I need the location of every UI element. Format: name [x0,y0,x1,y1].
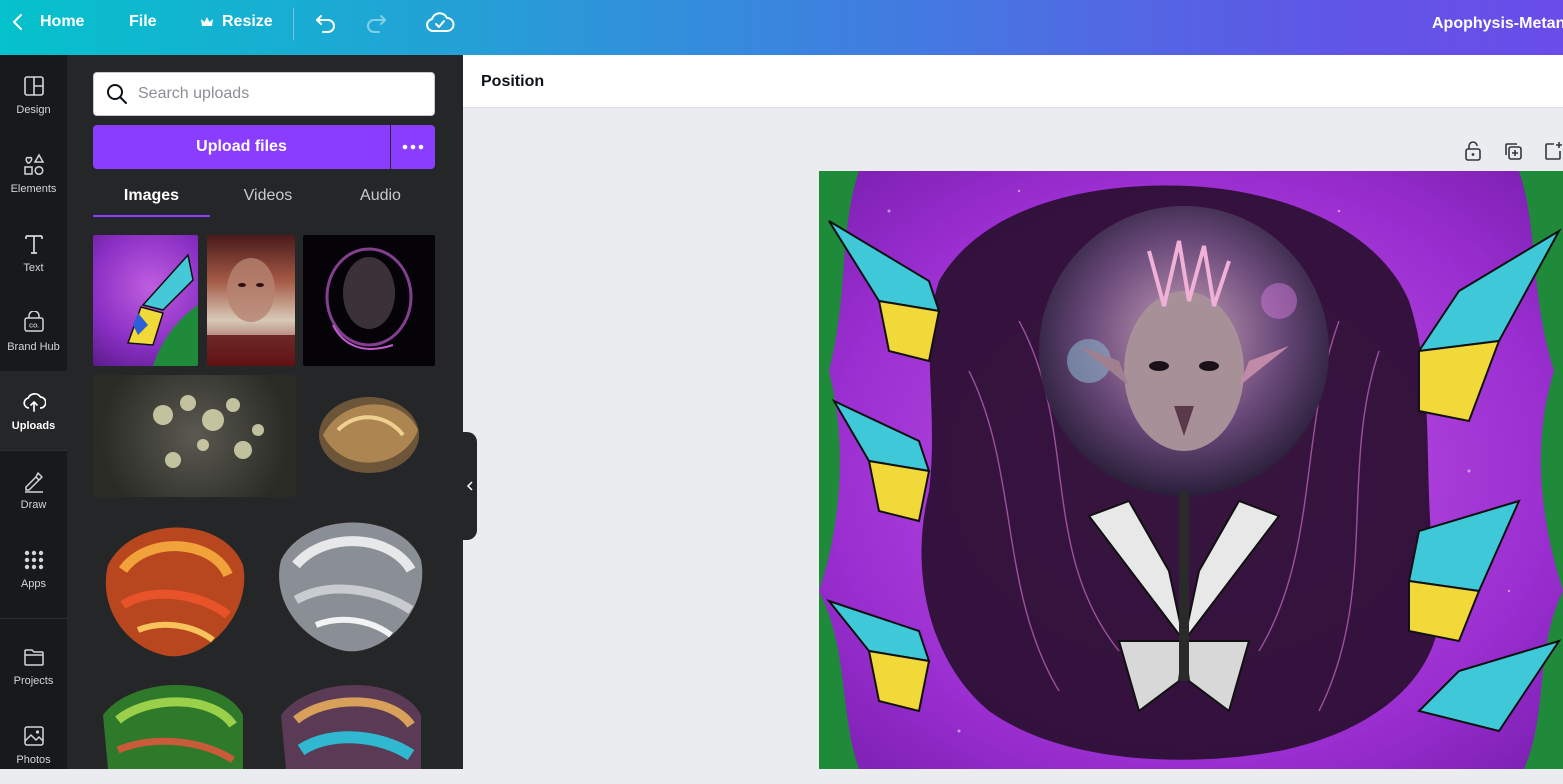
butterfly-image [126,253,198,366]
cloud-check-icon [426,12,455,32]
more-horizontal-icon [402,144,424,150]
page-tools [1462,140,1563,162]
add-page-button[interactable] [1542,140,1563,162]
left-rail: Design Elements Text CO. Brand Hub Uploa… [0,55,67,769]
upload-thumbnail[interactable] [303,375,435,497]
home-button[interactable]: Home [10,12,84,32]
design-canvas-artwork[interactable] [819,171,1563,769]
pen-icon [24,471,43,493]
folder-icon [23,648,44,666]
upload-thumbnail[interactable] [93,235,198,366]
text-icon [24,234,43,254]
rail-label-design: Design [16,103,51,116]
tab-videos[interactable]: Videos [233,183,303,217]
upload-thumbnail[interactable] [303,235,435,366]
search-box[interactable] [93,72,435,116]
rail-item-design[interactable]: Design [0,55,67,134]
media-tabs: Images Videos Audio [93,183,435,217]
rail-label-apps: Apps [20,577,47,590]
silver-swirl-image [279,522,423,652]
rail-label-brand-hub: Brand Hub [7,340,60,353]
rail-item-photos[interactable]: Photos [0,705,67,784]
more-options-button[interactable] [391,125,435,169]
rail-label-draw: Draw [20,498,47,511]
tab-audio[interactable]: Audio [348,183,413,217]
fire-swirl-image [105,527,245,657]
chevron-left-icon [12,14,22,30]
rail-item-draw[interactable]: Draw [0,450,67,529]
rail-item-apps[interactable]: Apps [0,529,67,608]
upload-thumbnail[interactable] [207,235,295,366]
home-label: Home [40,13,85,30]
search-icon [107,84,127,104]
rail-item-projects[interactable]: Projects [0,626,67,705]
save-status-button[interactable] [425,10,455,41]
brand-hub-icon: CO. [23,310,44,332]
context-toolbar: Position [463,55,1563,108]
upload-thumbnail[interactable] [93,375,296,497]
rail-label-photos: Photos [16,753,51,766]
rail-label-projects: Projects [13,674,54,687]
duplicate-icon [1505,143,1522,160]
upload-thumbnail[interactable] [271,505,435,665]
rail-label-text: Text [23,261,44,274]
upload-thumbnail[interactable] [271,675,435,769]
rail-label-elements: Elements [10,182,57,195]
green-swirl-image [103,685,243,769]
portrait-image [207,258,295,366]
uploads-panel: Upload files Images Videos Audio [67,55,463,769]
bubbles-image [153,395,264,468]
search-input[interactable] [138,85,408,103]
artwork-image [819,171,1563,769]
rail-item-uploads[interactable]: Uploads [0,371,67,450]
position-button[interactable]: Position [481,73,544,91]
teal-swirl-image [281,685,421,769]
upload-files-button[interactable]: Upload files [93,125,390,169]
grid-icon [24,550,43,569]
chevron-left-icon [466,481,473,491]
file-menu-button[interactable]: File [129,13,157,31]
layout-icon [23,75,44,96]
redo-button[interactable] [363,11,389,40]
undo-button[interactable] [313,11,339,40]
rail-separator [0,618,67,619]
undo-icon [316,15,335,33]
upload-thumbnail[interactable] [93,675,258,769]
swirl-image [319,397,419,473]
tab-images[interactable]: Images [93,183,210,217]
rail-item-brand-hub[interactable]: CO. Brand Hub [0,292,67,371]
cloud-upload-icon [22,392,46,412]
design-title[interactable]: Apophysis-Metan [1432,15,1563,33]
resize-button[interactable]: Resize [200,13,273,31]
image-icon [23,725,44,746]
shapes-icon [23,152,44,175]
fractal-head-image [325,247,413,350]
rail-item-text[interactable]: Text [0,213,67,292]
crown-icon [201,17,213,26]
svg-text:CO.: CO. [29,323,39,329]
collapse-panel-handle[interactable] [463,432,477,540]
file-label: File [129,13,157,30]
toolbar-divider [293,8,294,40]
rail-label-uploads: Uploads [11,419,56,432]
lock-page-button[interactable] [1462,140,1484,162]
rail-item-elements[interactable]: Elements [0,134,67,213]
redo-icon [367,15,386,33]
top-bar: Home File Resize Apophysis-Metan [0,0,1563,55]
duplicate-page-button[interactable] [1502,140,1524,162]
add-page-icon [1545,142,1562,160]
resize-label: Resize [222,13,273,30]
lock-icon [1465,141,1481,161]
upload-thumbnail[interactable] [93,505,258,670]
